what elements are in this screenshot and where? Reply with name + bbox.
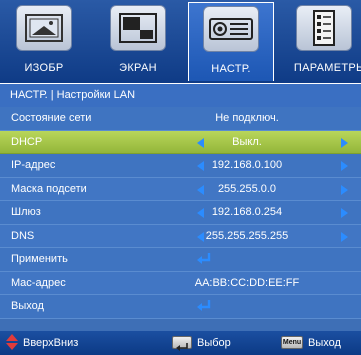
lan-settings-list: Состояние сети Не подключ. DHCP Выкл. IP… bbox=[0, 107, 361, 319]
tab-label: ЭКРАН bbox=[119, 62, 157, 74]
options-list-icon bbox=[296, 5, 352, 51]
row-label: Mac-адрес bbox=[11, 276, 66, 289]
row-mac-address: Mac-адрес AA:BB:CC:DD:EE:FF bbox=[0, 271, 361, 295]
right-arrow-icon[interactable] bbox=[341, 208, 348, 218]
projector-osd-menu: ИЗОБР ЭКРАН НАСТР. ПАРАМЕТРЫ НАСТР. | На… bbox=[0, 0, 361, 355]
enter-icon[interactable] bbox=[196, 299, 212, 313]
image-settings-icon bbox=[16, 5, 72, 51]
row-label: Состояние сети bbox=[11, 112, 92, 124]
row-label: DNS bbox=[11, 229, 35, 242]
row-dns[interactable]: DNS 255.255.255.255 bbox=[0, 224, 361, 248]
row-dhcp[interactable]: DHCP Выкл. bbox=[0, 130, 361, 154]
row-value: 192.168.0.254 bbox=[211, 206, 283, 218]
projector-icon bbox=[203, 6, 259, 52]
tab-options[interactable]: ПАРАМЕТРЫ bbox=[280, 2, 361, 81]
tab-screen[interactable]: ЭКРАН bbox=[94, 2, 182, 81]
exit-label: Выход bbox=[308, 337, 341, 349]
tab-image[interactable]: ИЗОБР bbox=[0, 2, 88, 81]
select-hint: Выбор bbox=[172, 331, 231, 355]
row-value: AA:BB:CC:DD:EE:FF bbox=[194, 276, 300, 289]
row-value: Не подключ. bbox=[215, 112, 279, 124]
footer-hints: ВверхВниз Выбор Menu Выход bbox=[0, 331, 361, 355]
row-network-status: Состояние сети Не подключ. bbox=[0, 107, 361, 131]
right-arrow-icon[interactable] bbox=[341, 161, 348, 171]
menu-key-icon: Menu bbox=[281, 335, 303, 349]
enter-icon[interactable] bbox=[196, 252, 212, 266]
row-value: 255.255.0.0 bbox=[217, 182, 277, 195]
exit-hint: Menu Выход bbox=[281, 331, 341, 355]
row-label: Маска подсети bbox=[11, 182, 87, 195]
updown-arrow-icon bbox=[6, 334, 18, 351]
tab-label: ПАРАМЕТРЫ bbox=[293, 62, 361, 74]
enter-key-icon bbox=[172, 335, 192, 351]
select-label: Выбор bbox=[197, 337, 231, 349]
row-value: 255.255.255.255 bbox=[205, 229, 289, 242]
row-label: DHCP bbox=[11, 135, 43, 148]
row-label: Шлюз bbox=[11, 206, 41, 218]
row-ip-address[interactable]: IP-адрес 192.168.0.100 bbox=[0, 154, 361, 178]
tab-bar: ИЗОБР ЭКРАН НАСТР. ПАРАМЕТРЫ bbox=[0, 0, 361, 83]
row-value: 192.168.0.100 bbox=[211, 159, 283, 171]
row-exit[interactable]: Выход bbox=[0, 295, 361, 319]
right-arrow-icon[interactable] bbox=[341, 137, 348, 148]
row-apply[interactable]: Применить bbox=[0, 248, 361, 272]
row-label: Выход bbox=[11, 300, 44, 312]
row-label: IP-адрес bbox=[11, 159, 56, 171]
updown-label: ВверхВниз bbox=[23, 337, 79, 349]
right-arrow-icon[interactable] bbox=[341, 231, 348, 242]
row-label: Применить bbox=[11, 253, 68, 265]
breadcrumb: НАСТР. | Настройки LAN bbox=[0, 83, 361, 107]
row-value: Выкл. bbox=[232, 135, 262, 148]
tab-setup[interactable]: НАСТР. bbox=[188, 2, 274, 81]
tab-label: ИЗОБР bbox=[24, 62, 64, 74]
row-gateway[interactable]: Шлюз 192.168.0.254 bbox=[0, 201, 361, 225]
updown-hint: ВверхВниз bbox=[5, 331, 78, 355]
right-arrow-icon[interactable] bbox=[341, 184, 348, 195]
tab-label: НАСТР. bbox=[211, 63, 251, 75]
screen-icon bbox=[110, 5, 166, 51]
row-subnet-mask[interactable]: Маска подсети 255.255.0.0 bbox=[0, 177, 361, 201]
